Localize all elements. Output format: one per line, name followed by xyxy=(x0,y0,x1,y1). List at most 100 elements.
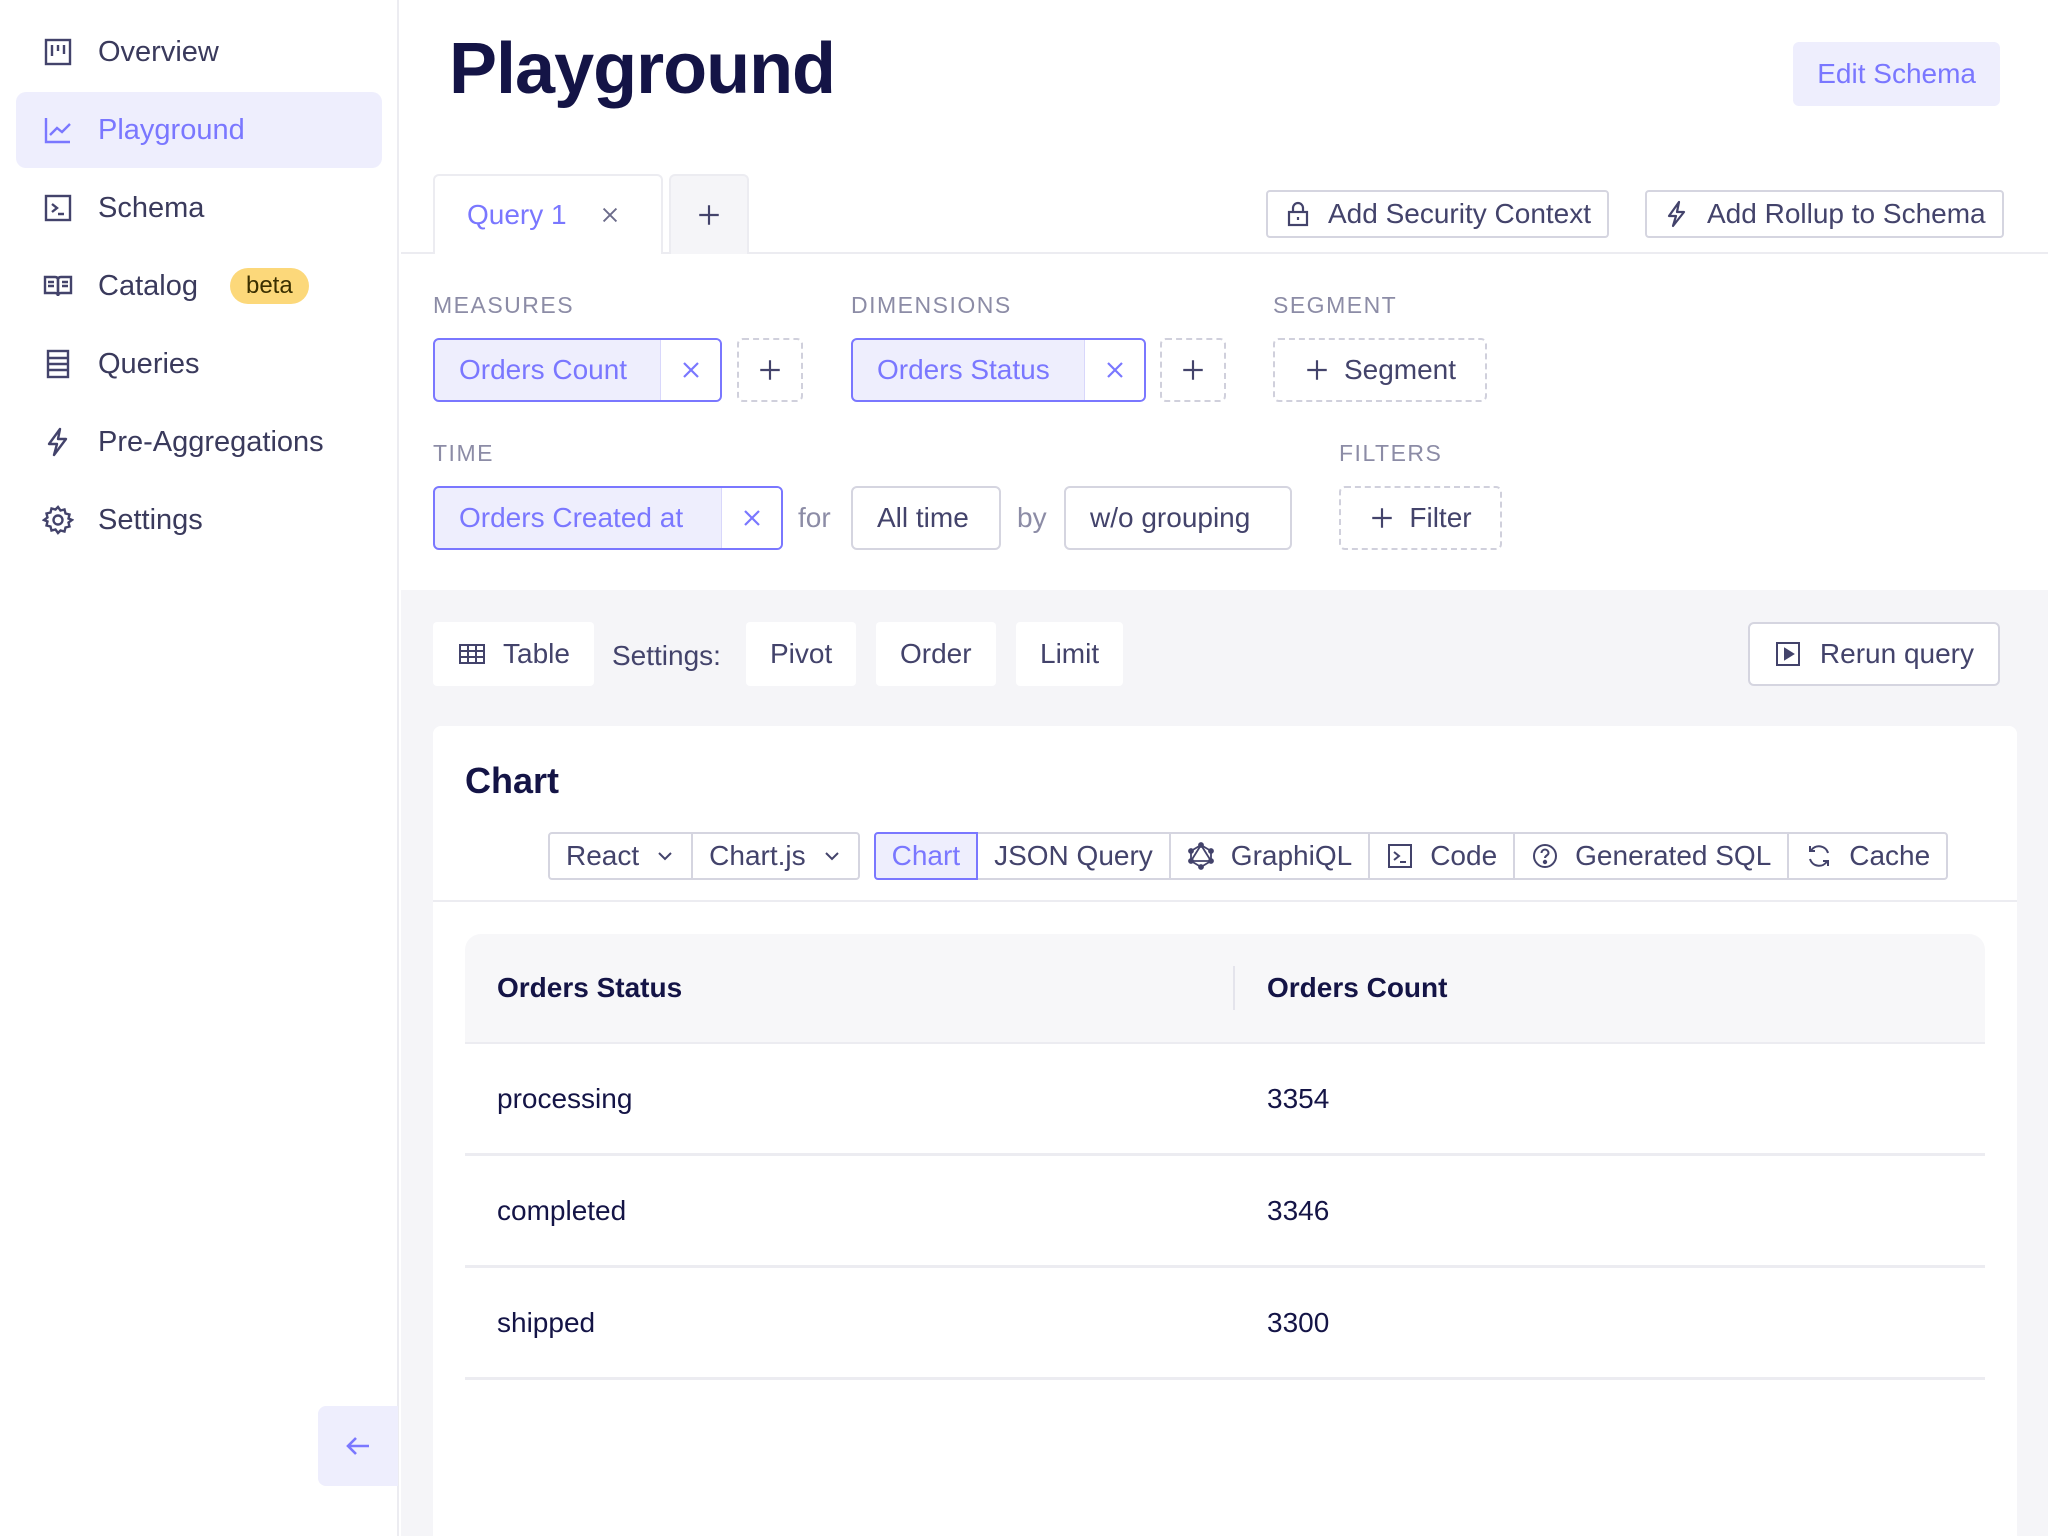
sidebar-item-label: Playground xyxy=(98,113,245,146)
tab-chart[interactable]: Chart xyxy=(873,832,979,880)
tab-label: Code xyxy=(1430,840,1498,871)
measure-chip[interactable]: Orders Count xyxy=(433,338,722,402)
segment-label: SEGMENT xyxy=(1273,292,1398,318)
button-label: Add Rollup to Schema xyxy=(1707,198,1986,229)
refresh-icon xyxy=(1805,842,1833,870)
overview-icon xyxy=(42,36,74,68)
results-area: Table Settings: Pivot Order Limit Rerun … xyxy=(401,590,2048,1536)
collapse-sidebar-button[interactable] xyxy=(318,1406,398,1486)
table-icon xyxy=(457,639,487,669)
pivot-button[interactable]: Pivot xyxy=(746,622,857,686)
sidebar-item-playground[interactable]: Playground xyxy=(16,92,382,168)
tab-cache[interactable]: Cache xyxy=(1787,832,1949,880)
table-cell: shipped xyxy=(497,1306,596,1338)
play-icon xyxy=(1774,640,1802,668)
plus-icon xyxy=(1369,505,1395,531)
table-view-button[interactable]: Table xyxy=(433,622,594,686)
tab-graphiql[interactable]: GraphiQL xyxy=(1168,832,1371,880)
arrow-left-icon xyxy=(342,1430,374,1462)
beta-badge: beta xyxy=(229,268,309,304)
list-icon xyxy=(42,348,74,380)
table-cell: completed xyxy=(497,1194,627,1226)
table-cell: 3354 xyxy=(1267,1082,1330,1114)
sidebar-item-queries[interactable]: Queries xyxy=(16,326,382,402)
time-dimension-chip[interactable]: Orders Created at xyxy=(433,486,783,550)
terminal-icon xyxy=(42,192,74,224)
tab-code[interactable]: Code xyxy=(1368,832,1516,880)
plus-icon xyxy=(1304,357,1330,383)
sidebar-item-settings[interactable]: Settings xyxy=(16,482,382,558)
add-tab-button[interactable] xyxy=(669,174,749,254)
close-icon[interactable] xyxy=(599,204,621,226)
add-filter-button[interactable]: Filter xyxy=(1339,486,1502,550)
table-cell: processing xyxy=(497,1082,633,1114)
plus-icon xyxy=(696,202,722,228)
dimension-chip[interactable]: Orders Status xyxy=(851,338,1146,402)
page-title: Playground xyxy=(449,29,836,109)
add-security-context-button[interactable]: Add Security Context xyxy=(1266,190,1610,238)
granularity-select[interactable]: w/o grouping xyxy=(1064,486,1292,550)
add-segment-button[interactable]: Segment xyxy=(1273,338,1487,402)
card-title: Chart xyxy=(465,760,560,801)
tab-query-1[interactable]: Query 1 xyxy=(433,174,663,254)
column-header[interactable]: Orders Count xyxy=(1235,972,1447,1004)
sidebar-item-label: Queries xyxy=(98,347,200,380)
dimensions-label: DIMENSIONS xyxy=(851,292,1012,318)
sidebar-item-overview[interactable]: Overview xyxy=(16,14,382,90)
tab-label: GraphiQL xyxy=(1230,840,1353,871)
remove-measure-icon[interactable] xyxy=(660,340,720,400)
sidebar-item-catalog[interactable]: Catalog beta xyxy=(16,248,382,324)
button-label: Segment xyxy=(1343,354,1457,385)
add-measure-button[interactable] xyxy=(737,338,803,402)
order-button[interactable]: Order xyxy=(876,622,996,686)
button-label: Filter xyxy=(1409,502,1472,533)
framework-select[interactable]: React xyxy=(548,832,694,880)
tab-json-query[interactable]: JSON Query xyxy=(976,832,1171,880)
select-value: Chart.js xyxy=(709,840,806,871)
table-row: shipped 3300 xyxy=(465,1268,1985,1380)
add-rollup-button[interactable]: Add Rollup to Schema xyxy=(1645,190,2004,238)
tab-label: Generated SQL xyxy=(1575,840,1772,871)
graphql-icon xyxy=(1187,842,1215,870)
chart-line-icon xyxy=(42,114,74,146)
sidebar-item-label: Catalog xyxy=(98,269,198,302)
main-content: Playground Edit Schema Query 1 Add Secur… xyxy=(401,0,2048,1536)
time-label: TIME xyxy=(433,440,494,466)
sidebar: Overview Playground Schema Catalog beta … xyxy=(0,0,399,1536)
measures-label: MEASURES xyxy=(433,292,575,318)
filters-label: FILTERS xyxy=(1339,440,1443,466)
limit-button[interactable]: Limit xyxy=(1016,622,1124,686)
lock-icon xyxy=(1284,200,1312,228)
question-circle-icon xyxy=(1531,842,1559,870)
column-header[interactable]: Orders Status xyxy=(465,966,1235,1010)
sidebar-item-schema[interactable]: Schema xyxy=(16,170,382,246)
chart-card: Chart React Chart.js Chart JSON Query Gr… xyxy=(433,726,2017,1536)
settings-label: Settings: xyxy=(612,640,721,671)
table-cell: 3300 xyxy=(1267,1306,1330,1338)
date-range-select[interactable]: All time xyxy=(851,486,1001,550)
chevron-down-icon xyxy=(822,846,842,866)
sidebar-item-label: Schema xyxy=(98,191,205,224)
gear-icon xyxy=(42,504,74,536)
remove-dimension-icon[interactable] xyxy=(1084,340,1144,400)
tab-generated-sql[interactable]: Generated SQL xyxy=(1513,832,1790,880)
select-value: React xyxy=(566,840,640,871)
add-dimension-button[interactable] xyxy=(1160,338,1226,402)
rerun-query-button[interactable]: Rerun query xyxy=(1747,622,2000,686)
chart-library-select[interactable]: Chart.js xyxy=(691,832,860,880)
for-text: for xyxy=(798,502,831,533)
chevron-down-icon xyxy=(655,846,675,866)
table-header: Orders Status Orders Count xyxy=(465,934,1985,1044)
chip-label: Orders Count xyxy=(459,354,628,385)
query-tabs: Query 1 Add Security Context Add Rollup … xyxy=(401,174,2048,254)
lightning-icon xyxy=(1663,200,1691,228)
tab-label: Cache xyxy=(1849,840,1931,871)
chip-label: Orders Status xyxy=(877,354,1050,385)
sidebar-item-pre-aggregations[interactable]: Pre-Aggregations xyxy=(16,404,382,480)
edit-schema-button[interactable]: Edit Schema xyxy=(1793,42,2000,106)
remove-time-icon[interactable] xyxy=(721,488,781,548)
button-label: Add Security Context xyxy=(1328,198,1592,229)
table-row: processing 3354 xyxy=(465,1044,1985,1156)
chip-label: Orders Created at xyxy=(459,502,684,533)
button-label: Table xyxy=(503,638,570,669)
